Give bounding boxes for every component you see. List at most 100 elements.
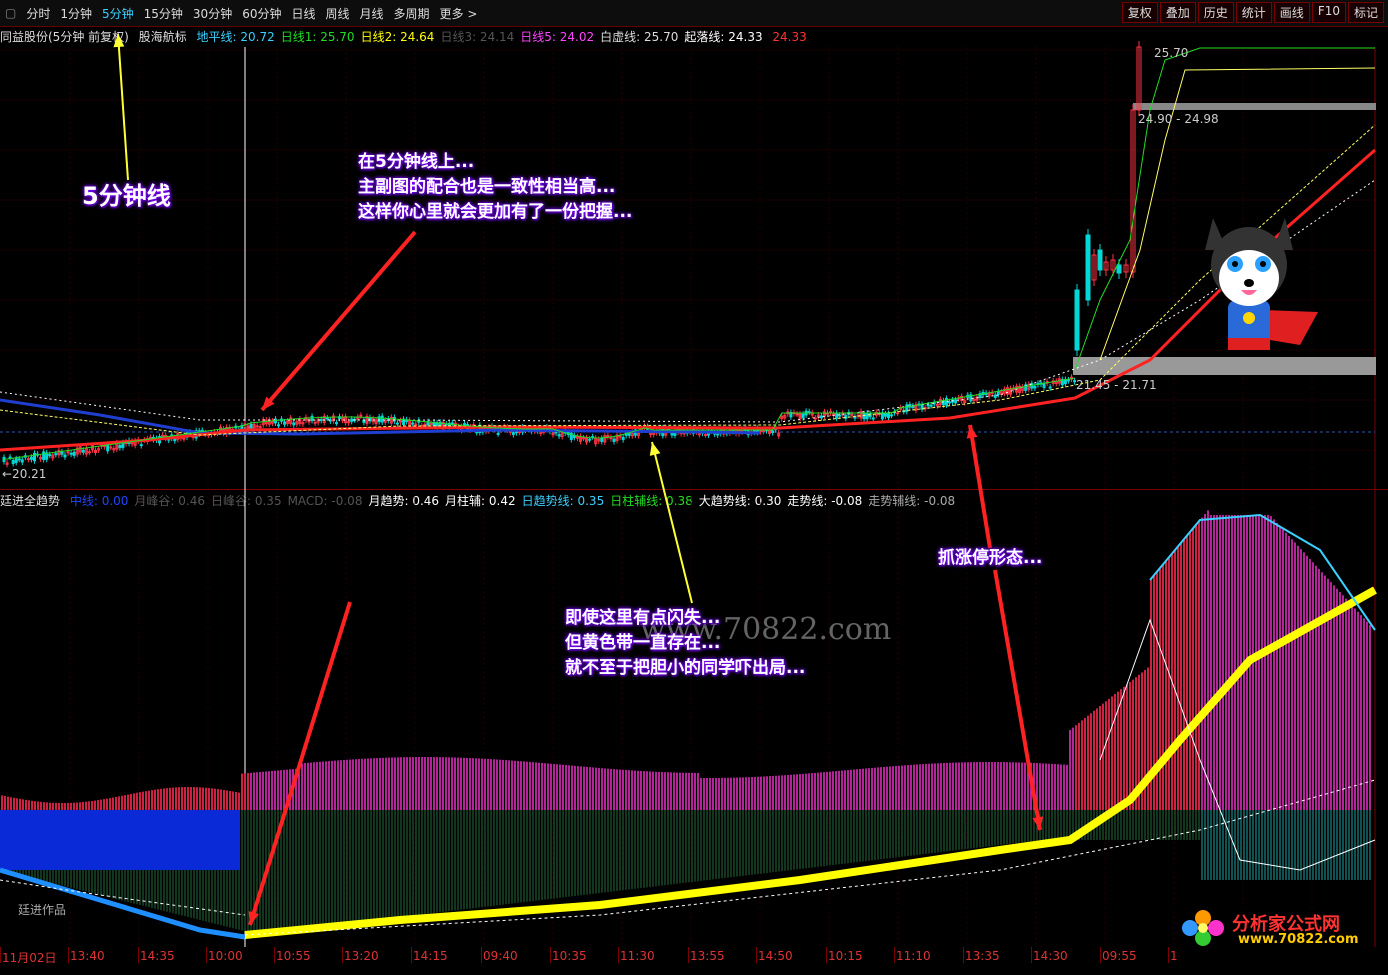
time-label: 14:50 [758,949,793,963]
candle-body [1042,383,1046,388]
callout-yellow-band: 即使这里有点闪失... 但黄色带一直存在... 就不至于把胆小的同学吓出局... [565,606,805,681]
candle-body [557,434,561,437]
green-ma-line [1074,47,1375,371]
time-axis: 11月02日 13:40 14:35 10:00 10:55 13:20 14:15 09:4… [0,947,1388,975]
callout-limit-up: 抓涨停形态... [938,548,1043,568]
candle-body [11,460,15,465]
candle-body [835,412,839,419]
candle-body [1097,249,1103,271]
callout1-line: 这样你心里就会更加有了一份把握... [358,202,633,222]
candle-body [26,458,30,461]
time-label: 14:15 [413,949,448,963]
time-tick [688,947,689,963]
time-tick [481,947,482,963]
mascot-part [1219,250,1279,306]
candle-body [807,411,811,414]
time-tick [618,947,619,963]
red-arrow [968,424,992,549]
candle-body [277,424,280,427]
candle-body [17,458,21,461]
yellow-arrow [117,33,129,181]
time-tick [0,947,1,963]
callout1-line: 在5分钟线上... [358,152,475,172]
mascot-husky-icon [1205,218,1318,350]
mascot-part [1244,279,1254,287]
time-label: 14:35 [140,949,175,963]
time-label: 11月02日 [2,951,57,965]
candle-body [69,452,73,455]
time-tick [1031,947,1032,963]
candle-body [1085,234,1091,301]
time-tick [826,947,827,963]
kline-chart[interactable] [0,0,1388,947]
candle-body [1033,385,1037,389]
candle-body [612,438,616,442]
time-label: 11:30 [620,949,655,963]
candle-body [871,417,875,420]
time-label: 09:40 [483,949,518,963]
candle-body [926,404,930,407]
candle-body [60,451,64,455]
time-label: 13:55 [690,949,725,963]
candle-body [896,412,900,415]
brand-logo: 分析家公式网 www.70822.com [1180,908,1380,948]
price-label-range-top: 24.90 - 24.98 [1138,112,1219,126]
time-label: 1 [1170,949,1178,963]
author-note: 廷进作品 [18,903,67,917]
candle-body [627,433,631,436]
candle-body [319,418,323,421]
candle-body [258,426,262,429]
range-highlight [1073,357,1376,375]
time-tick [1168,947,1169,963]
candle-body [517,431,521,434]
callout2-line: 但黄色带一直存在... [565,633,721,653]
candle-body [14,458,18,463]
candle-body [54,453,58,456]
callout1-line: 主副图的配合也是一致性相当高... [358,177,616,197]
candle-body [310,415,314,422]
candle-body [283,421,287,425]
candle-body [853,416,857,419]
candle-body [334,422,338,425]
range-highlight [1133,103,1376,110]
candle-body [118,444,122,449]
price-label-high: 25.70 [1154,46,1189,60]
brand-url: www.70822.com [1238,932,1359,947]
candle-body [996,390,1000,395]
candle-body [33,452,36,462]
candle-body [1048,386,1052,389]
candle-body [249,423,253,430]
candle-body [883,413,887,417]
candle-body [87,451,91,454]
candle-body [941,400,945,406]
candle-body [865,412,869,420]
candle-body [48,454,52,457]
mascot-part [1265,310,1318,345]
candle-body [929,404,933,407]
candle-body [795,413,799,416]
candle-body [20,459,24,463]
candle-body [993,394,997,398]
time-tick [550,947,551,963]
candle-body [72,451,76,456]
time-label: 10:55 [276,949,311,963]
candle-body [8,456,12,459]
yellow-arrow [651,441,693,604]
red-arrow [260,230,417,412]
candle-body [1066,379,1070,382]
time-label: 13:40 [70,949,105,963]
candle-body [670,432,674,436]
candle-body [313,421,317,424]
yellow-arrow-head [113,34,125,48]
candle-body [954,399,958,404]
candle-body [511,432,515,436]
time-label: 14:30 [1033,949,1068,963]
candle-body [496,432,500,435]
candle-body [1116,264,1122,274]
candle-body [819,415,823,419]
candle-body [139,444,143,447]
time-tick [206,947,207,963]
candle-body [972,398,976,401]
candle-body [1074,289,1080,351]
price-label-range-bottom: 21.45 - 21.71 [1076,378,1157,392]
